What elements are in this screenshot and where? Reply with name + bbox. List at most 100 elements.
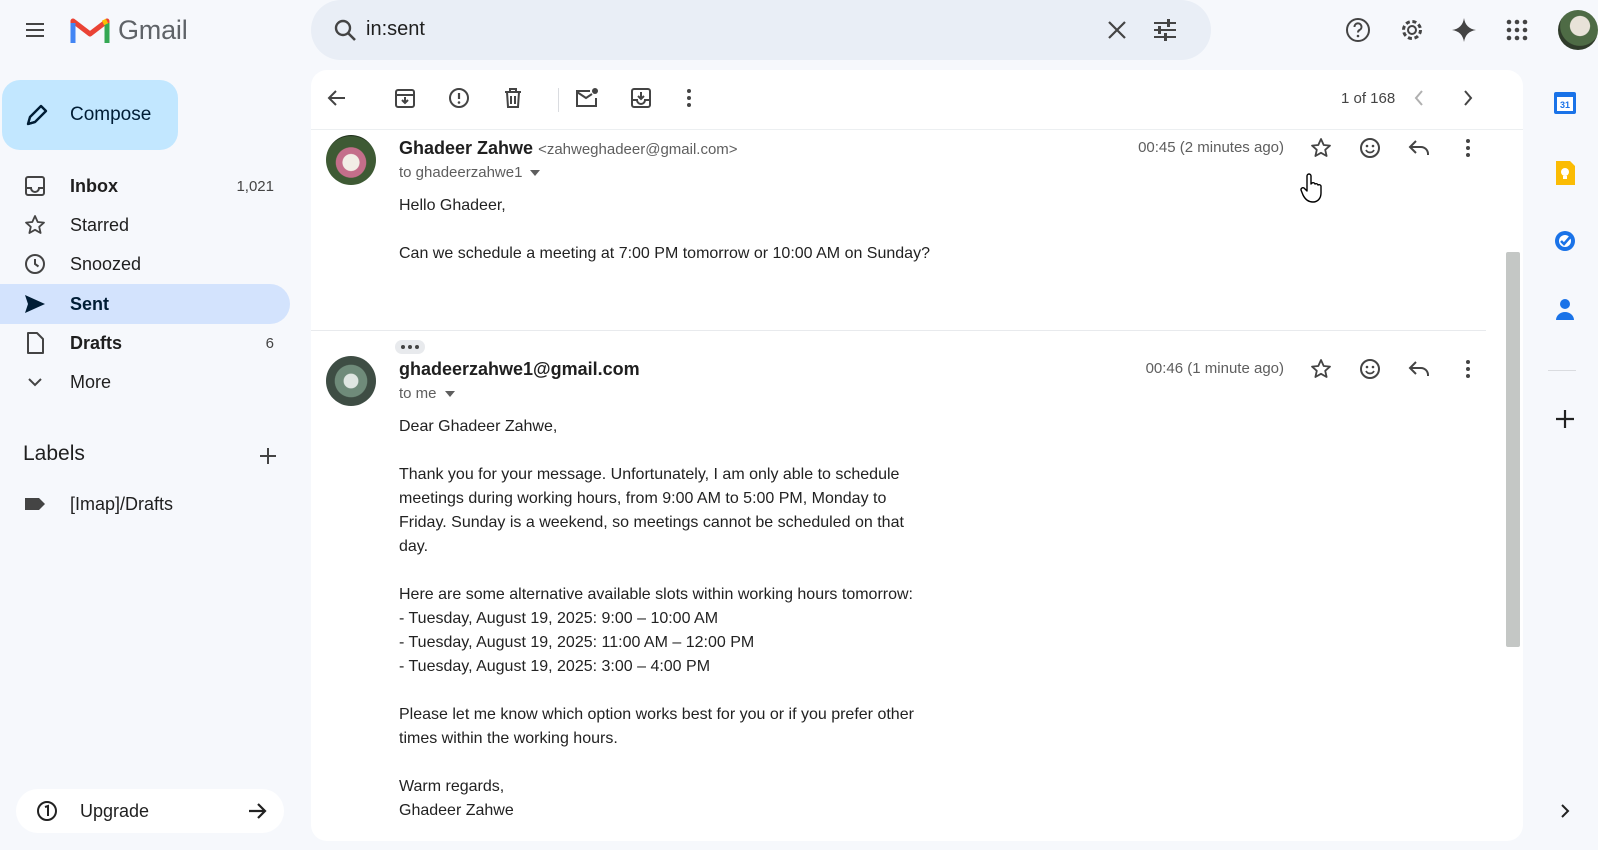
emoji-icon (1360, 138, 1380, 158)
star-button[interactable] (1301, 128, 1341, 168)
help-button[interactable] (1338, 10, 1378, 50)
older-button[interactable] (1448, 78, 1488, 118)
reply-button[interactable] (1399, 349, 1439, 389)
search-button[interactable] (325, 10, 365, 50)
star-button[interactable] (1301, 349, 1341, 389)
delete-button[interactable] (493, 78, 533, 118)
reply-icon (1408, 361, 1429, 376)
star-icon (25, 215, 45, 234)
sender-name[interactable]: Ghadeer Zahwe (399, 138, 533, 158)
caret-down-icon (530, 169, 541, 176)
message-more-button[interactable] (1448, 349, 1488, 389)
nav-count-inbox: 1,021 (236, 177, 274, 195)
nav-label-inbox: Inbox (70, 175, 118, 196)
settings-button[interactable] (1392, 10, 1432, 50)
search-input[interactable]: in:sent (366, 18, 425, 41)
nav-label-sent: Sent (70, 293, 110, 314)
report-spam-button[interactable] (439, 78, 479, 118)
chevron-left-icon (1414, 90, 1423, 106)
nav-item-starred[interactable]: Starred (0, 205, 290, 245)
toolbar-divider (558, 88, 559, 112)
scrollbar-thumb[interactable] (1506, 252, 1520, 647)
mark-unread-button[interactable] (567, 78, 607, 118)
more-vertical-icon (1466, 360, 1470, 378)
add-reaction-button[interactable] (1350, 349, 1390, 389)
message-item: ghadeerzahwe1@gmail.com to me 00:46 (1 m… (311, 351, 1506, 841)
get-addons-button[interactable] (1548, 402, 1582, 436)
compose-label: Compose (70, 104, 152, 125)
recipients-text: to me (399, 385, 437, 402)
sender-name[interactable]: ghadeerzahwe1@gmail.com (399, 359, 640, 379)
label-tag-icon (25, 498, 45, 510)
message-divider (311, 330, 1486, 331)
report-icon (449, 88, 469, 108)
star-icon (1311, 359, 1331, 378)
hide-side-panel-button[interactable] (1548, 794, 1582, 828)
label-item-imap-drafts[interactable]: [Imap]/Drafts (0, 486, 290, 522)
more-actions-button[interactable] (669, 78, 709, 118)
sender-avatar[interactable] (326, 356, 376, 406)
archive-icon (395, 89, 415, 108)
reply-button[interactable] (1399, 128, 1439, 168)
gmail-logo[interactable]: Gmail (70, 12, 188, 48)
nav-label-more: More (70, 371, 112, 392)
message-time: 00:45 (2 minutes ago) (1138, 139, 1284, 156)
nav-item-snoozed[interactable]: Snoozed (0, 244, 290, 284)
trash-icon (505, 88, 521, 108)
message-item: Ghadeer Zahwe <zahweghadeer@gmail.com> t… (311, 128, 1506, 354)
message-more-button[interactable] (1448, 128, 1488, 168)
contacts-app-button[interactable] (1548, 292, 1582, 326)
google-apps-button[interactable] (1497, 10, 1537, 50)
message-body: Hello Ghadeer, Can we schedule a meeting… (399, 197, 930, 262)
rail-divider (1548, 370, 1576, 371)
calendar-app-button[interactable]: 31 (1548, 86, 1582, 120)
nav-item-inbox[interactable]: Inbox 1,021 (0, 166, 290, 206)
sender-avatar[interactable] (326, 135, 376, 185)
draft-icon (27, 332, 44, 354)
more-vertical-icon (687, 89, 691, 107)
move-to-button[interactable] (621, 78, 661, 118)
create-label-button[interactable] (248, 436, 288, 476)
sender-email: <zahweghadeer@gmail.com> (538, 141, 738, 158)
account-avatar[interactable] (1558, 10, 1598, 50)
help-icon (1346, 18, 1370, 42)
inbox-icon (25, 176, 45, 196)
caret-down-icon (444, 390, 455, 397)
send-icon (25, 295, 45, 313)
recipients-toggle[interactable]: to ghadeerzahwe1 (399, 164, 541, 181)
upgrade-button[interactable]: Upgrade (16, 789, 284, 833)
message-time: 00:46 (1 minute ago) (1145, 360, 1284, 377)
message-view: 1 of 168 Ghadeer Zahwe <zahweghadeer@gma… (311, 70, 1523, 841)
gemini-button[interactable] (1444, 10, 1484, 50)
recipients-text: to ghadeerzahwe1 (399, 164, 523, 181)
nav-item-drafts[interactable]: Drafts 6 (0, 323, 290, 363)
nav-item-sent[interactable]: Sent (0, 284, 290, 324)
chevron-right-icon (1561, 804, 1570, 818)
arrow-right-icon (249, 803, 267, 819)
clear-search-button[interactable] (1097, 10, 1137, 50)
clock-icon (25, 254, 45, 274)
move-to-icon (631, 88, 651, 108)
search-options-button[interactable] (1145, 10, 1185, 50)
recipients-toggle[interactable]: to me (399, 385, 455, 402)
calendar-icon: 31 (1554, 92, 1576, 114)
nav-item-more[interactable]: More (0, 362, 290, 402)
hamburger-icon (26, 23, 44, 37)
label-text-imap-drafts: [Imap]/Drafts (70, 493, 174, 514)
add-reaction-button[interactable] (1350, 128, 1390, 168)
pagination-text: 1 of 168 (1341, 90, 1396, 107)
contacts-icon (1556, 299, 1574, 320)
nav-label-snoozed: Snoozed (70, 253, 142, 274)
compose-button[interactable]: Compose (2, 80, 178, 150)
tasks-app-button[interactable] (1548, 224, 1582, 258)
newer-button[interactable] (1399, 78, 1439, 118)
keep-app-button[interactable] (1548, 156, 1582, 190)
hand-pointer-cursor (1300, 173, 1322, 203)
archive-button[interactable] (385, 78, 425, 118)
gmail-m-icon (70, 18, 110, 43)
back-button[interactable] (317, 78, 357, 118)
search-bar[interactable]: in:sent (311, 0, 1211, 60)
upgrade-icon (37, 801, 57, 821)
main-menu-button[interactable] (15, 10, 55, 50)
close-icon (1108, 21, 1126, 39)
